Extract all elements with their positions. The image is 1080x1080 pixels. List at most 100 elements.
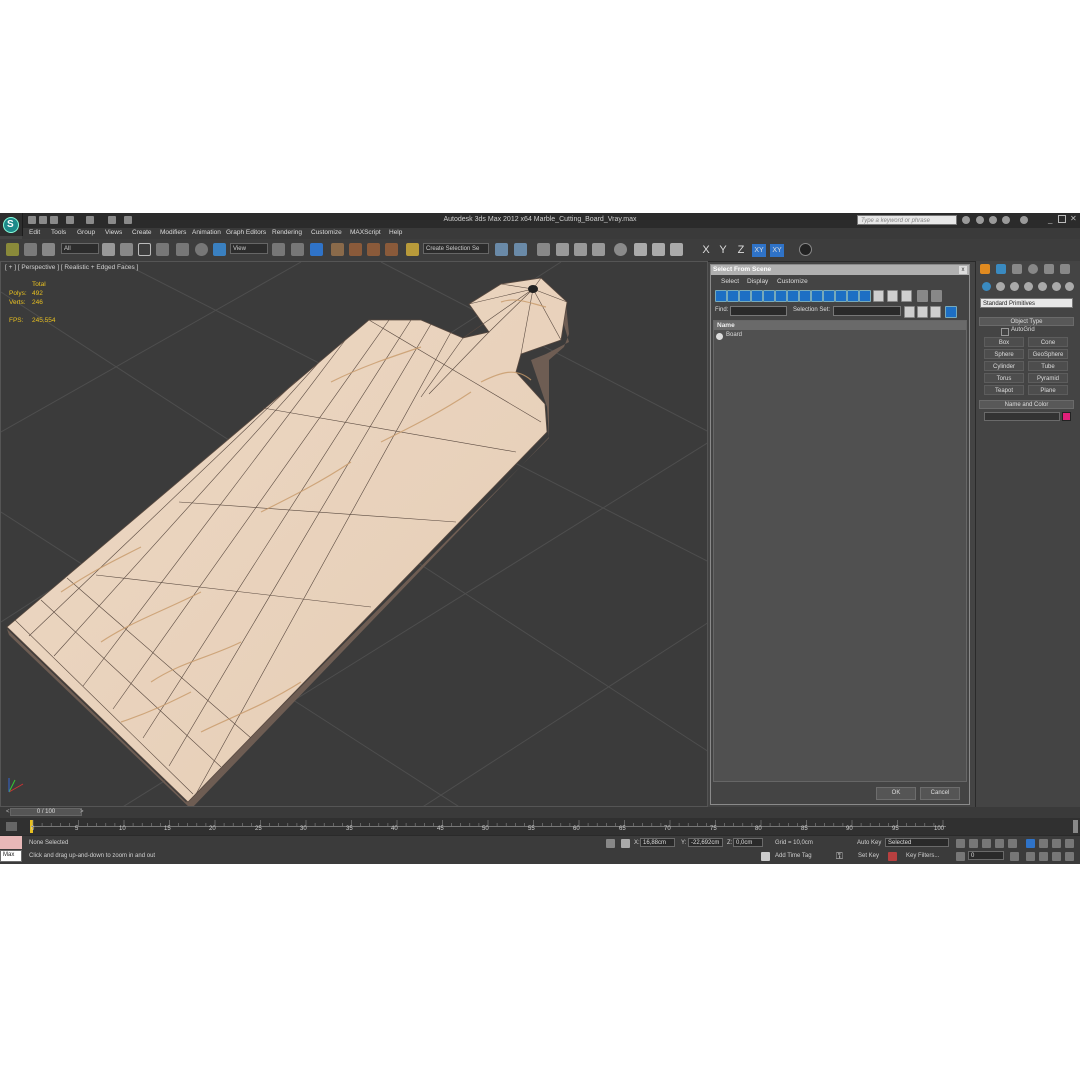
next-frame-icon[interactable] — [995, 839, 1004, 848]
time-configuration-icon[interactable] — [1010, 852, 1019, 861]
dialog-menu-display[interactable]: Display — [747, 278, 768, 285]
named-selection-sets-dropdown[interactable]: Create Selection Se — [423, 243, 489, 254]
perspective-viewport[interactable]: [ + ] [ Perspective ] [ Realistic + Edge… — [0, 261, 708, 807]
filter-icon[interactable] — [917, 290, 928, 302]
selection-lock-icon[interactable] — [606, 839, 615, 848]
rectangular-selection-icon[interactable] — [138, 243, 151, 256]
zoom-all-icon[interactable] — [1039, 839, 1048, 848]
display-tab-icon[interactable] — [1044, 264, 1054, 274]
current-frame-field[interactable]: 0 — [968, 851, 1004, 860]
cameras-icon[interactable] — [1024, 282, 1033, 291]
close-icon[interactable]: ✕ — [1070, 214, 1077, 223]
maximize-viewport-icon[interactable] — [1065, 852, 1074, 861]
align-icon[interactable] — [514, 243, 527, 256]
display-containers-icon[interactable] — [823, 290, 835, 302]
autogrid-checkbox[interactable] — [1001, 328, 1009, 336]
list-item[interactable]: Board — [716, 332, 964, 341]
dialog-menu-customize[interactable]: Customize — [777, 278, 808, 285]
search-input[interactable]: Type a keyword or phrase — [857, 215, 957, 225]
favorites-star-icon[interactable] — [1002, 216, 1010, 224]
invert-display-icon[interactable] — [887, 290, 898, 302]
maxscript-mini-listener[interactable]: Max — [0, 850, 22, 862]
viewport-label[interactable]: [ + ] [ Perspective ] [ Realistic + Edge… — [5, 264, 138, 271]
geosphere-button[interactable]: GeoSphere — [1028, 349, 1068, 359]
tube-button[interactable]: Tube — [1028, 361, 1068, 371]
snaps-toggle-icon[interactable] — [331, 243, 344, 256]
select-children-icon[interactable] — [904, 306, 915, 318]
select-and-move-icon[interactable] — [176, 243, 189, 256]
object-category-dropdown[interactable]: Standard Primitives — [980, 298, 1073, 308]
scene-object-list[interactable]: Name Board — [713, 320, 967, 782]
auto-key-button[interactable]: Auto Key — [857, 840, 881, 846]
sphere-button[interactable]: Sphere — [984, 349, 1024, 359]
board-object[interactable] — [6, 277, 569, 807]
display-shapes-icon[interactable] — [727, 290, 739, 302]
menu-create[interactable]: Create — [132, 229, 152, 236]
render-setup-icon[interactable] — [634, 243, 647, 256]
menu-group[interactable]: Group — [77, 229, 95, 236]
time-slider-prev-icon[interactable]: < — [6, 809, 10, 815]
display-groups-icon[interactable] — [787, 290, 799, 302]
dialog-menu-select[interactable]: Select — [721, 278, 739, 285]
select-dependents-icon[interactable] — [917, 306, 928, 318]
object-name-input[interactable] — [984, 412, 1060, 421]
select-and-link-icon[interactable] — [6, 243, 19, 256]
set-key-button[interactable]: Set Key — [858, 853, 879, 859]
menu-maxscript[interactable]: MAXScript — [350, 229, 381, 236]
mini-curve-editor-icon[interactable] — [6, 822, 17, 831]
display-lights-icon[interactable] — [739, 290, 751, 302]
zoom-icon[interactable] — [1026, 839, 1035, 848]
percent-snap-icon[interactable] — [367, 243, 380, 256]
pivot-center-icon[interactable] — [272, 243, 285, 256]
display-hidden-icon[interactable] — [847, 290, 859, 302]
lights-icon[interactable] — [1010, 282, 1019, 291]
schematic-view-icon[interactable] — [592, 243, 605, 256]
communication-icon[interactable] — [989, 216, 997, 224]
cylinder-button[interactable]: Cylinder — [984, 361, 1024, 371]
utilities-tab-icon[interactable] — [1060, 264, 1070, 274]
select-influences-icon[interactable] — [945, 306, 957, 318]
key-icon[interactable]: ⚿ — [836, 851, 850, 861]
mirror-icon[interactable] — [495, 243, 508, 256]
display-bones-icon[interactable] — [811, 290, 823, 302]
go-to-start-icon[interactable] — [956, 839, 965, 848]
subscription-icon[interactable] — [976, 216, 984, 224]
angle-snap-icon[interactable] — [349, 243, 362, 256]
zoom-extents-all-icon[interactable] — [1065, 839, 1074, 848]
time-slider-thumb[interactable]: 0 / 100 — [10, 808, 82, 816]
axis-xy-button[interactable]: XY — [752, 244, 766, 257]
graphite-modeling-icon[interactable] — [556, 243, 569, 256]
dialog-close-button[interactable]: x — [959, 266, 967, 274]
menu-edit[interactable]: Edit — [29, 229, 40, 236]
display-helpers-icon[interactable] — [763, 290, 775, 302]
space-warps-icon[interactable] — [1052, 282, 1061, 291]
menu-help[interactable]: Help — [389, 229, 402, 236]
key-filters-button[interactable]: Key Filters... — [906, 853, 939, 859]
rendered-frame-window-icon[interactable] — [652, 243, 665, 256]
unlink-icon[interactable] — [24, 243, 37, 256]
menu-views[interactable]: Views — [105, 229, 122, 236]
time-slider-next-icon[interactable]: > — [80, 809, 84, 815]
key-mode-icon[interactable] — [888, 852, 897, 861]
selection-filter-dropdown[interactable]: All — [61, 243, 99, 254]
layer-manager-icon[interactable] — [537, 243, 550, 256]
select-manipulate-icon[interactable] — [291, 243, 304, 256]
geometry-icon[interactable] — [982, 282, 991, 291]
track-scroll-icon[interactable] — [1073, 820, 1078, 833]
application-button[interactable]: S — [0, 213, 23, 236]
sync-selection-icon[interactable] — [930, 306, 941, 318]
object-type-rollout[interactable]: Object Type — [979, 317, 1074, 326]
window-crossing-icon[interactable] — [156, 243, 169, 256]
go-to-end-icon[interactable] — [1008, 839, 1017, 848]
reference-coordinate-dropdown[interactable]: View — [230, 243, 268, 254]
name-column-header[interactable]: Name — [714, 321, 966, 330]
menu-modifiers[interactable]: Modifiers — [160, 229, 186, 236]
display-none-icon[interactable] — [873, 290, 884, 302]
zoom-extents-icon[interactable] — [1052, 839, 1061, 848]
pan-icon[interactable] — [1026, 852, 1035, 861]
binoculars-icon[interactable] — [962, 216, 970, 224]
torus-button[interactable]: Torus — [984, 373, 1024, 383]
y-coordinate-field[interactable]: -22,692cm — [688, 838, 723, 847]
menu-graph-editors[interactable]: Graph Editors — [226, 229, 266, 236]
filter-options-icon[interactable] — [931, 290, 942, 302]
